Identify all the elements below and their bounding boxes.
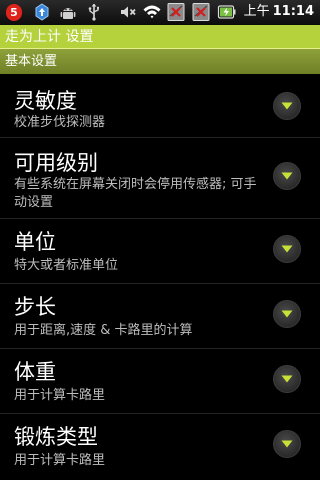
no-signal-icon	[191, 2, 211, 22]
pref-title: 步长	[14, 295, 56, 319]
pref-units[interactable]: 单位 特大或者标准单位	[0, 219, 320, 284]
no-signal-icon	[166, 2, 186, 22]
pref-title: 灵敏度	[14, 89, 77, 113]
settings-screen: 5 上午 11:14 走为上计 设置 基本设置 灵敏度 校准步伐探测器 可用级别…	[0, 0, 320, 480]
android-icon	[58, 2, 78, 22]
status-ampm: 上午	[243, 4, 270, 19]
preference-list[interactable]: 灵敏度 校准步伐探测器 可用级别 有些系统在屏幕关闭时会停用传感器; 可手动设置…	[0, 74, 320, 480]
pref-summary: 用于计算卡路里	[14, 453, 106, 468]
title-bar: 走为上计 设置	[0, 25, 320, 49]
notification-badge-icon[interactable]: 5	[6, 4, 22, 21]
dropdown-arrow-icon[interactable]	[273, 365, 301, 393]
pref-summary: 校准步伐探测器	[14, 115, 106, 130]
page-title: 走为上计 设置	[5, 29, 94, 45]
dropdown-arrow-icon[interactable]	[273, 235, 301, 263]
pref-exercise-type[interactable]: 锻炼类型 用于计算卡路里	[0, 414, 320, 480]
pref-summary: 用于计算卡路里	[14, 388, 106, 403]
pref-weight[interactable]: 体重 用于计算卡路里	[0, 349, 320, 414]
section-header-label: 基本设置	[5, 54, 58, 69]
pref-summary: 用于距离,速度 & 卡路里的计算	[14, 323, 193, 338]
pref-title: 体重	[14, 360, 56, 384]
pref-title: 锻炼类型	[14, 425, 98, 449]
battery-charging-icon	[217, 2, 237, 22]
status-time: 11:14	[272, 4, 314, 19]
mute-icon	[118, 2, 138, 22]
pref-title: 单位	[14, 230, 56, 254]
dropdown-arrow-icon[interactable]	[273, 92, 301, 120]
upload-icon[interactable]	[32, 2, 52, 22]
dropdown-arrow-icon[interactable]	[273, 162, 301, 190]
wifi-icon	[142, 2, 162, 22]
status-clock: 上午 11:14	[244, 3, 314, 21]
pref-available-level[interactable]: 可用级别 有些系统在屏幕关闭时会停用传感器; 可手动设置	[0, 138, 320, 219]
status-bar: 5 上午 11:14	[0, 0, 320, 25]
usb-icon	[84, 2, 104, 22]
pref-summary: 有些系统在屏幕关闭时会停用传感器; 可手动设置	[14, 177, 257, 210]
section-header: 基本设置	[0, 49, 320, 74]
dropdown-arrow-icon[interactable]	[273, 430, 301, 458]
pref-sensitivity[interactable]: 灵敏度 校准步伐探测器	[0, 74, 320, 138]
pref-step-length[interactable]: 步长 用于距离,速度 & 卡路里的计算	[0, 284, 320, 349]
pref-title: 可用级别	[14, 151, 98, 175]
pref-summary: 特大或者标准单位	[14, 258, 119, 273]
dropdown-arrow-icon[interactable]	[273, 300, 301, 328]
